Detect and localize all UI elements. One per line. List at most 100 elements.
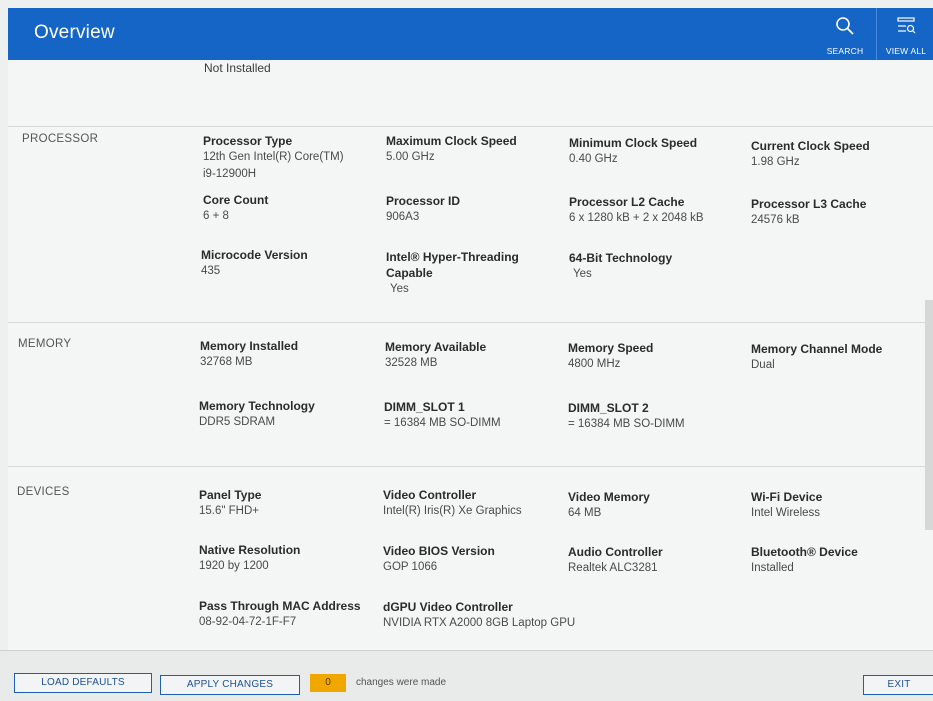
- field-value: 32528 MB: [385, 357, 438, 369]
- field-value: Yes: [390, 283, 409, 295]
- field-value: Yes: [573, 268, 592, 280]
- field-label: Processor L3 Cache: [751, 197, 867, 211]
- field-value: = 16384 MB SO-DIMM: [568, 418, 685, 430]
- field-label: Microcode Version: [201, 248, 308, 262]
- field-value: Intel Wireless: [751, 507, 821, 519]
- field-value: GOP 1066: [383, 561, 438, 573]
- field-memory-channel-mode: Memory Channel Mode Dual: [751, 341, 929, 374]
- field-label: Memory Available: [385, 340, 487, 354]
- field-label: Wi-Fi Device: [751, 490, 823, 504]
- field-label: Processor Type: [203, 134, 293, 148]
- field-value: 4800 MHz: [568, 358, 621, 370]
- load-defaults-button[interactable]: LOAD DEFAULTS: [14, 673, 152, 693]
- field-hyper-threading: Intel® Hyper-Threading Capable Yes: [386, 249, 564, 298]
- field-memory-speed: Memory Speed 4800 MHz: [568, 340, 746, 373]
- field-value: Dual: [751, 359, 775, 371]
- field-current-clock-speed: Current Clock Speed 1.98 GHz: [751, 138, 929, 171]
- field-label: Processor ID: [386, 194, 461, 208]
- field-label: Pass Through MAC Address: [199, 599, 361, 613]
- field-label: Intel® Hyper-Threading Capable: [386, 250, 519, 280]
- field-memory-installed: Memory Installed 32768 MB: [200, 338, 378, 371]
- field-value: 906A3: [386, 211, 420, 223]
- changes-count-badge: 0: [310, 674, 346, 692]
- section-divider: [8, 322, 933, 323]
- field-microcode-version: Microcode Version 435: [201, 247, 379, 280]
- field-label: Video Memory: [568, 490, 650, 504]
- page-title: Overview: [34, 22, 115, 43]
- footer-bar: LOAD DEFAULTS APPLY CHANGES 0 changes we…: [0, 650, 933, 701]
- view-all-button[interactable]: VIEW ALL: [876, 8, 933, 60]
- field-64bit-technology: 64-Bit Technology Yes: [569, 250, 747, 283]
- field-value: 24576 kB: [751, 214, 800, 226]
- field-l2-cache: Processor L2 Cache 6 x 1280 kB + 2 x 204…: [569, 194, 747, 227]
- field-label: Panel Type: [199, 488, 262, 502]
- field-label: Bluetooth® Device: [751, 545, 858, 559]
- field-pass-through-mac: Pass Through MAC Address 08-92-04-72-1F-…: [199, 598, 379, 631]
- field-value: 0.40 GHz: [569, 153, 618, 165]
- field-l3-cache: Processor L3 Cache 24576 kB: [751, 196, 929, 229]
- top-field-value: Not Installed: [204, 61, 271, 75]
- field-value: 6 + 8: [203, 210, 229, 222]
- field-bluetooth-device: Bluetooth® Device Installed: [751, 544, 929, 577]
- field-value: Realtek ALC3281: [568, 562, 658, 574]
- field-value: 15.6" FHD+: [199, 505, 260, 517]
- field-label: Memory Technology: [199, 399, 315, 413]
- section-label-processor: PROCESSOR: [22, 133, 99, 145]
- field-video-bios-version: Video BIOS Version GOP 1066: [383, 543, 561, 576]
- field-value: 1920 by 1200: [199, 560, 269, 572]
- field-label: Processor L2 Cache: [569, 195, 685, 209]
- field-dgpu-video-controller: dGPU Video Controller NVIDIA RTX A2000 8…: [383, 599, 583, 632]
- field-value: = 16384 MB SO-DIMM: [384, 417, 501, 429]
- field-min-clock-speed: Minimum Clock Speed 0.40 GHz: [569, 135, 747, 168]
- field-label: Video BIOS Version: [383, 544, 495, 558]
- overview-content: Not Installed PROCESSOR Processor Type 1…: [8, 60, 933, 650]
- field-label: Video Controller: [383, 488, 477, 502]
- apply-changes-button[interactable]: APPLY CHANGES: [160, 675, 300, 695]
- field-label: Maximum Clock Speed: [386, 134, 517, 148]
- search-button-label: SEARCH: [826, 46, 864, 56]
- field-dimm-slot-1: DIMM_SLOT 1 = 16384 MB SO-DIMM: [384, 399, 562, 432]
- field-label: 64-Bit Technology: [569, 251, 673, 265]
- field-panel-type: Panel Type 15.6" FHD+: [199, 487, 377, 520]
- field-wifi-device: Wi-Fi Device Intel Wireless: [751, 489, 929, 522]
- field-value: 6 x 1280 kB + 2 x 2048 kB: [569, 212, 704, 224]
- field-native-resolution: Native Resolution 1920 by 1200: [199, 542, 377, 575]
- field-label: Core Count: [203, 193, 269, 207]
- field-value: Intel(R) Iris(R) Xe Graphics: [383, 505, 522, 517]
- field-value: 12th Gen Intel(R) Core(TM) i9-12900H: [203, 151, 344, 180]
- field-value: DDR5 SDRAM: [199, 416, 276, 428]
- search-icon: [836, 17, 854, 35]
- field-label: dGPU Video Controller: [383, 600, 513, 614]
- field-max-clock-speed: Maximum Clock Speed 5.00 GHz: [386, 133, 564, 166]
- field-video-memory: Video Memory 64 MB: [568, 489, 746, 522]
- search-button[interactable]: SEARCH: [816, 8, 874, 60]
- field-value: 08-92-04-72-1F-F7: [199, 616, 297, 628]
- field-label: Current Clock Speed: [751, 139, 870, 153]
- section-label-devices: DEVICES: [17, 486, 70, 498]
- changes-status-text: changes were made: [356, 677, 447, 688]
- field-value: 1.98 GHz: [751, 156, 800, 168]
- scrollbar[interactable]: [925, 300, 933, 530]
- field-value: 32768 MB: [200, 356, 253, 368]
- field-memory-technology: Memory Technology DDR5 SDRAM: [199, 398, 377, 431]
- field-core-count: Core Count 6 + 8: [203, 192, 381, 225]
- field-label: Minimum Clock Speed: [569, 136, 698, 150]
- field-video-controller: Video Controller Intel(R) Iris(R) Xe Gra…: [383, 487, 561, 520]
- field-label: Memory Speed: [568, 341, 654, 355]
- field-label: DIMM_SLOT 2: [568, 401, 649, 415]
- field-value: 5.00 GHz: [386, 151, 435, 163]
- field-value: 64 MB: [568, 507, 602, 519]
- field-value: 435: [201, 265, 221, 277]
- field-label: DIMM_SLOT 1: [384, 400, 465, 414]
- field-label: Memory Channel Mode: [751, 342, 883, 356]
- header-bar: Overview SEARCH VIEW ALL: [8, 8, 933, 60]
- field-audio-controller: Audio Controller Realtek ALC3281: [568, 544, 746, 577]
- field-memory-available: Memory Available 32528 MB: [385, 339, 563, 372]
- field-processor-id: Processor ID 906A3: [386, 193, 564, 226]
- field-label: Native Resolution: [199, 543, 301, 557]
- list-settings-icon: [897, 17, 916, 34]
- exit-button[interactable]: EXIT: [863, 675, 933, 695]
- field-label: Audio Controller: [568, 545, 663, 559]
- field-value: Installed: [751, 562, 794, 574]
- section-divider: [8, 126, 933, 127]
